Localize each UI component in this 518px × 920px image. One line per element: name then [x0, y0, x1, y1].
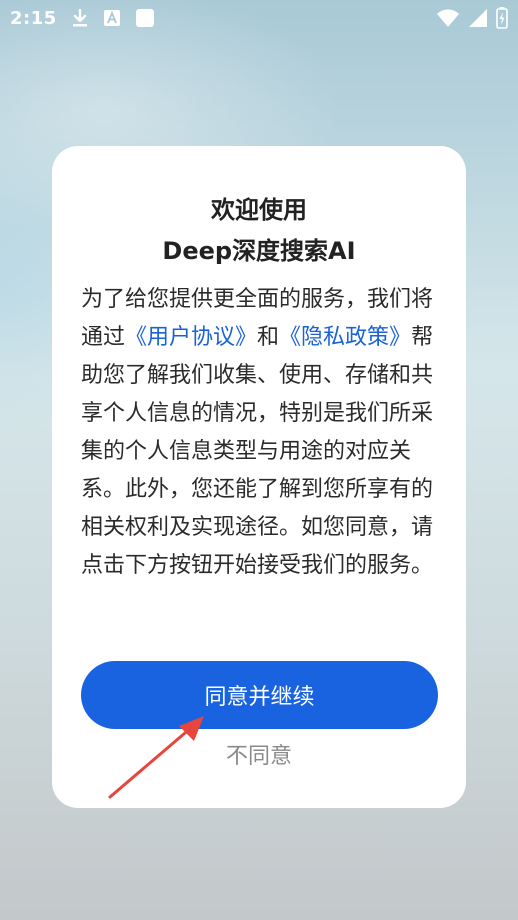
- privacy-policy-link[interactable]: 《隐私政策》: [279, 325, 411, 350]
- body-text-part3: 帮助您了解我们收集、使用、存储和共享个人信息的情况，特别是我们所采集的个人信息类…: [81, 325, 434, 578]
- dialog-body-text: 为了给您提供更全面的服务，我们将通过《用户协议》和《隐私政策》帮助您了解我们收集…: [81, 281, 439, 585]
- status-time: 2:15: [10, 7, 57, 29]
- text-a-icon: [103, 9, 121, 27]
- status-bar: 2:15: [0, 0, 518, 36]
- download-icon: [71, 8, 89, 28]
- dialog-title-line2: Deep深度搜索AI: [162, 237, 356, 265]
- signal-icon: [468, 8, 488, 28]
- status-left: 2:15: [10, 8, 155, 29]
- white-square-icon: [135, 8, 155, 28]
- body-text-part2: 和: [257, 325, 280, 350]
- disagree-button[interactable]: 不同意: [52, 738, 466, 770]
- battery-charging-icon: [496, 7, 508, 29]
- welcome-dialog: 欢迎使用 Deep深度搜索AI 为了给您提供更全面的服务，我们将通过《用户协议》…: [52, 146, 466, 808]
- user-agreement-link[interactable]: 《用户协议》: [125, 325, 257, 350]
- agree-continue-button[interactable]: 同意并继续: [81, 661, 438, 729]
- status-right: [436, 7, 508, 29]
- wifi-icon: [436, 8, 460, 28]
- dialog-title-line1: 欢迎使用: [211, 196, 307, 224]
